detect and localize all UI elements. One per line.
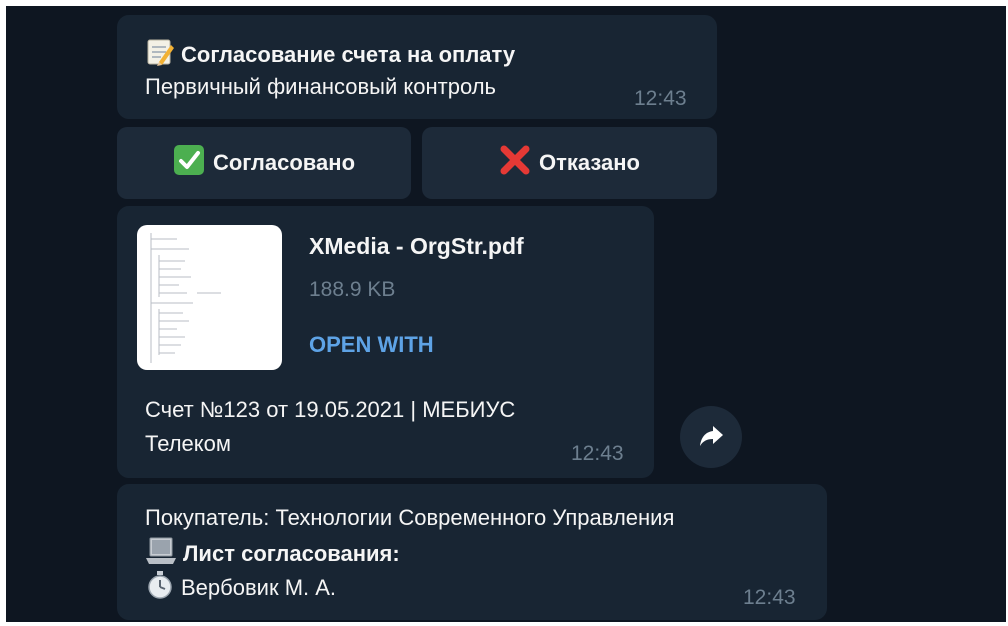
message-time: 12:43 xyxy=(634,87,687,110)
open-with-link[interactable]: OPEN WITH xyxy=(309,332,434,358)
check-mark-icon xyxy=(173,144,205,182)
message-subtitle: Первичный финансовый контроль xyxy=(145,74,497,99)
message-time: 12:43 xyxy=(743,586,796,609)
reject-button-label: Отказано xyxy=(538,150,640,175)
file-name[interactable]: XMedia - OrgStr.pdf xyxy=(309,233,524,260)
message-time: 12:43 xyxy=(571,442,624,465)
approve-button-label: Согласовано xyxy=(212,150,356,175)
forward-arrow-icon xyxy=(697,421,725,454)
message-bubble-approval-sheet: Покупатель: Технологии Современного Упра… xyxy=(117,484,827,620)
approve-button[interactable]: Согласовано xyxy=(117,127,411,199)
file-caption-line-1: Счет №123 от 19.05.2021 | МЕБИУС xyxy=(145,397,516,422)
pdf-thumbnail[interactable] xyxy=(137,225,282,370)
chat-area: Согласование счета на оплату Первичный ф… xyxy=(6,6,1006,622)
file-caption-line-2: Телеком xyxy=(145,431,232,456)
reject-button[interactable]: Отказано xyxy=(422,127,717,199)
approval-sheet-title: Лист согласования: xyxy=(183,541,400,566)
file-size: 188.9 KB xyxy=(309,278,396,301)
buyer-text: Покупатель: Технологии Современного Упра… xyxy=(145,505,675,530)
message-title: Согласование счета на оплату xyxy=(181,42,516,67)
message-bubble-invoice-approval: Согласование счета на оплату Первичный ф… xyxy=(117,15,717,119)
forward-button[interactable] xyxy=(680,406,742,468)
cross-mark-icon xyxy=(499,144,531,182)
approver-name: Вербовик М. А. xyxy=(181,575,337,600)
message-bubble-file: XMedia - OrgStr.pdf 188.9 KB OPEN WITH С… xyxy=(117,206,654,478)
stopwatch-icon xyxy=(145,570,175,609)
approver-row: Вербовик М. А. xyxy=(145,570,336,609)
